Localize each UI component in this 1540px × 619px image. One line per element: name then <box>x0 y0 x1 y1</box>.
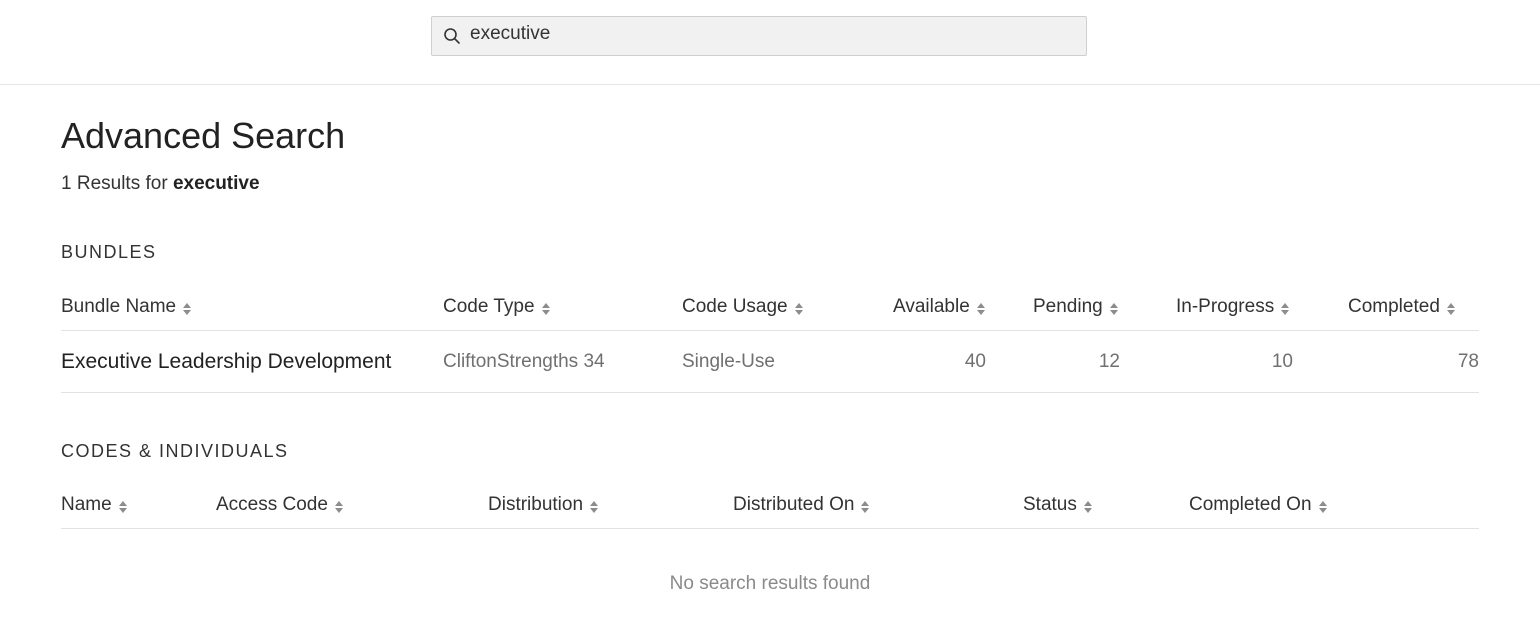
bundles-header-row: Bundle Name Code Type Code Usage Availab… <box>61 283 1479 331</box>
available-cell: 40 <box>964 350 986 372</box>
page-title: Advanced Search <box>61 115 346 156</box>
col-code-type[interactable]: Code Type <box>443 283 551 330</box>
results-term: executive <box>172 173 260 194</box>
col-label: Access Code <box>216 493 328 515</box>
col-label: Status <box>1023 493 1077 515</box>
col-label: Code Type <box>443 295 535 317</box>
code-usage-cell: Single-Use <box>682 350 775 372</box>
col-label: Distribution <box>488 493 584 515</box>
code-type-cell: CliftonStrengths 34 <box>443 350 605 372</box>
col-bundle-name[interactable]: Bundle Name <box>61 283 192 330</box>
bundle-name-cell[interactable]: Executive Leadership Development <box>61 331 421 392</box>
in-progress-cell: 10 <box>1271 350 1293 372</box>
sort-icon <box>1318 500 1327 513</box>
col-label: Name <box>61 493 112 515</box>
col-label: Pending <box>1033 295 1103 317</box>
sort-icon <box>590 500 599 513</box>
col-status[interactable]: Status <box>1023 481 1093 528</box>
col-label: Bundle Name <box>61 295 177 317</box>
col-code-usage[interactable]: Code Usage <box>682 283 804 330</box>
col-label: Distributed On <box>733 493 855 515</box>
sort-icon <box>1281 302 1290 315</box>
sort-icon <box>334 500 343 513</box>
sort-icon <box>1083 500 1092 513</box>
codes-header-row: Name Access Code Distribution Distribute… <box>61 481 1479 529</box>
completed-cell: 78 <box>1457 350 1479 372</box>
sort-icon <box>118 500 127 513</box>
col-name[interactable]: Name <box>61 481 128 528</box>
table-row[interactable]: Executive Leadership Development Clifton… <box>61 331 1479 393</box>
sort-icon <box>794 302 803 315</box>
col-label: Available <box>893 295 970 317</box>
col-label: Completed On <box>1189 493 1312 515</box>
search-icon <box>442 26 462 46</box>
col-access-code[interactable]: Access Code <box>216 481 344 528</box>
search-input[interactable] <box>470 16 1050 52</box>
sort-icon <box>1446 302 1455 315</box>
col-label: In-Progress <box>1176 295 1275 317</box>
sort-icon <box>541 302 550 315</box>
sort-icon <box>1109 302 1118 315</box>
sort-icon <box>183 302 192 315</box>
bundle-name-link[interactable]: Executive Leadership Development <box>61 350 421 374</box>
col-in-progress[interactable]: In-Progress <box>1176 283 1290 330</box>
col-label: Completed <box>1348 295 1440 317</box>
codes-section-title: CODES & INDIVIDUALS <box>61 441 289 461</box>
empty-results-message: No search results found <box>669 573 871 594</box>
col-distributed-on[interactable]: Distributed On <box>733 481 870 528</box>
sort-icon <box>861 500 870 513</box>
col-pending[interactable]: Pending <box>1033 283 1119 330</box>
pending-cell: 12 <box>1098 350 1120 372</box>
results-count: 1 Results for <box>61 173 173 194</box>
top-bar <box>0 0 1540 85</box>
col-distribution[interactable]: Distribution <box>488 481 599 528</box>
col-label: Code Usage <box>682 295 788 317</box>
global-search-box[interactable] <box>431 16 1087 56</box>
bundles-section-title: BUNDLES <box>61 242 157 262</box>
sort-icon <box>976 302 985 315</box>
col-completed-on[interactable]: Completed On <box>1189 481 1328 528</box>
col-available[interactable]: Available <box>893 283 986 330</box>
results-summary: 1 Results for executive <box>61 173 260 195</box>
col-completed[interactable]: Completed <box>1348 283 1456 330</box>
